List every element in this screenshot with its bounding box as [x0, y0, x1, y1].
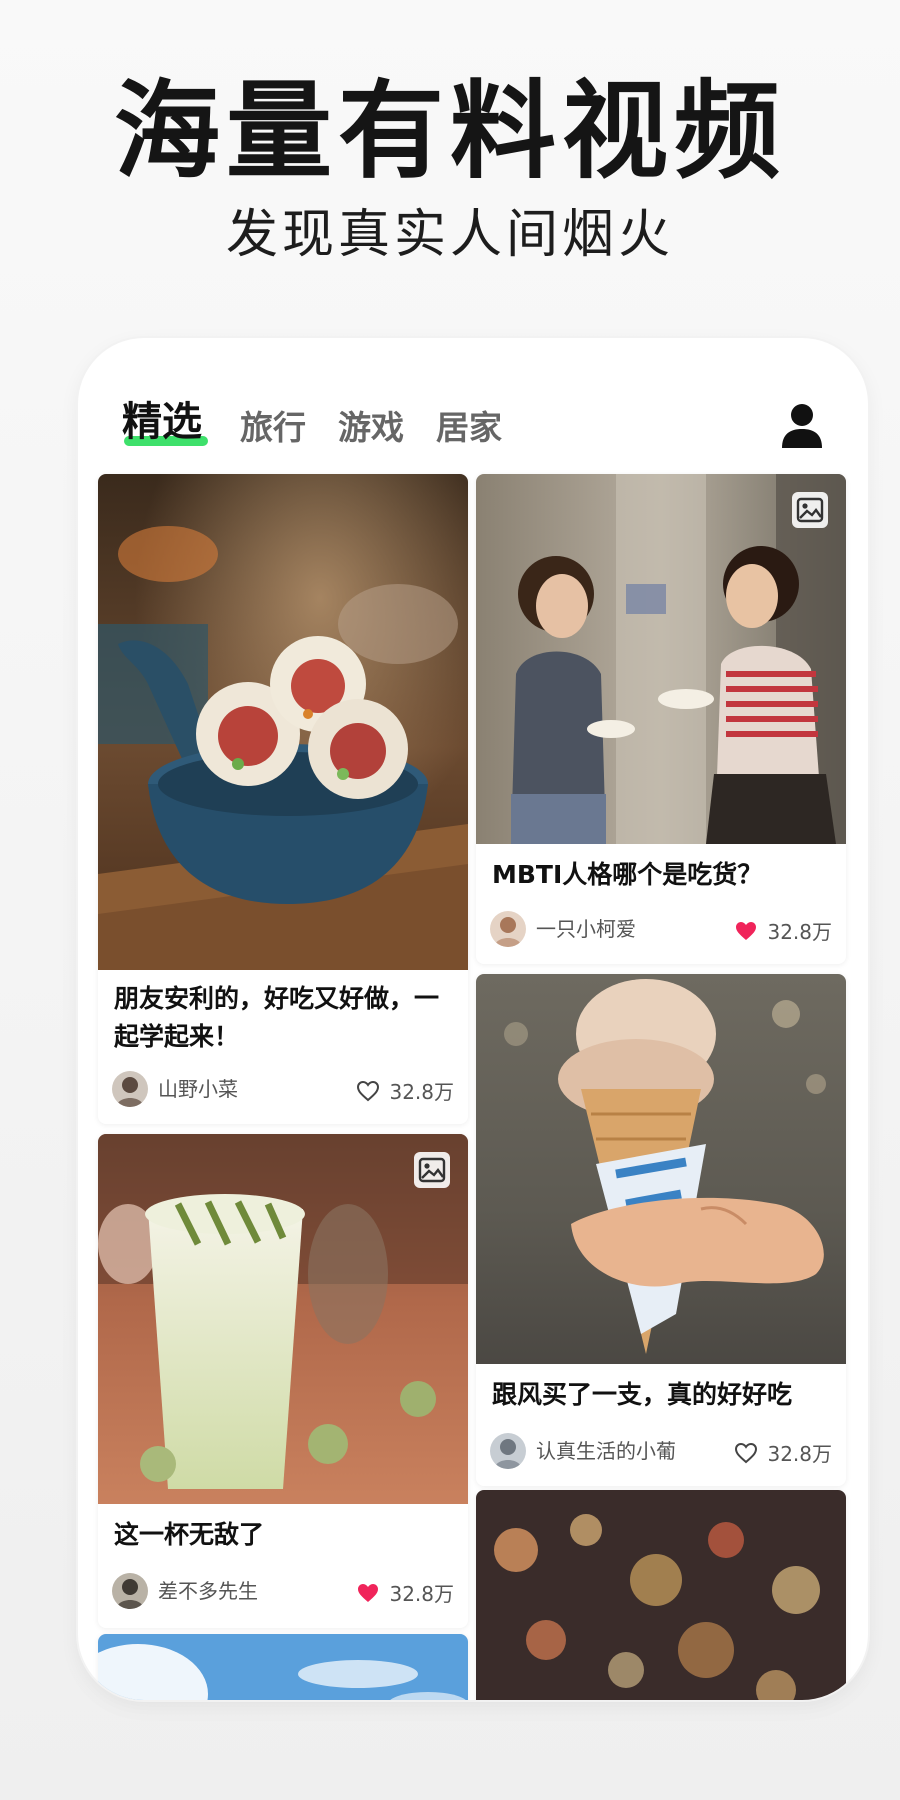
- heart-outline-icon: [735, 1442, 758, 1463]
- phone-frame: 精选 旅行 游戏 居家 朋友安利的，好吃又好做，一起学起来！ 山野小菜 32.8…: [78, 338, 868, 1700]
- avatar[interactable]: [112, 1573, 148, 1609]
- author-name[interactable]: 一只小柯爱: [536, 916, 636, 942]
- author-name[interactable]: 差不多先生: [158, 1578, 258, 1604]
- ice-cream-cone-image: [476, 974, 846, 1364]
- card-meta: 认真生活的小葡 32.8万: [490, 1432, 832, 1470]
- like-count: 32.8万: [767, 1442, 832, 1466]
- feed-card-city-night[interactable]: [476, 1490, 846, 1700]
- card-title: 这一杯无敌了: [114, 1520, 265, 1549]
- heart-filled-icon: [358, 1583, 379, 1602]
- promo-subheadline: 发现真实人间烟火: [225, 205, 674, 265]
- tab-games[interactable]: 游戏: [338, 406, 404, 450]
- feed-card-matcha[interactable]: 这一杯无敌了 差不多先生 32.8万: [98, 1134, 468, 1628]
- avatar[interactable]: [112, 1071, 148, 1107]
- rice-balls-in-bowl-image: [98, 474, 468, 970]
- feed-card-rice-balls[interactable]: 朋友安利的，好吃又好做，一起学起来！ 山野小菜 32.8万: [98, 474, 468, 1124]
- like-count: 32.8万: [389, 1080, 454, 1104]
- person-icon[interactable]: [780, 402, 824, 450]
- gallery-icon: [414, 1152, 450, 1188]
- heart-filled-icon: [736, 921, 757, 940]
- heart-outline-icon: [357, 1080, 380, 1101]
- two-girls-eating-image: [476, 474, 846, 844]
- promo-headline: 海量有料视频: [114, 70, 786, 193]
- like-count: 32.8万: [767, 920, 832, 944]
- tab-home[interactable]: 居家: [436, 406, 502, 450]
- like-button[interactable]: 32.8万: [734, 916, 832, 944]
- like-count: 32.8万: [389, 1582, 454, 1606]
- like-button[interactable]: 32.8万: [734, 1438, 832, 1466]
- feed-card-ice-cream[interactable]: 跟风买了一支，真的好好吃 认真生活的小葡 32.8万: [476, 974, 846, 1486]
- tab-featured[interactable]: 精选: [122, 400, 202, 444]
- like-button[interactable]: 32.8万: [356, 1076, 454, 1104]
- tab-bar: 精选 旅行 游戏 居家: [78, 338, 868, 468]
- author-name[interactable]: 山野小菜: [158, 1076, 238, 1102]
- card-meta: 差不多先生 32.8万: [112, 1572, 454, 1610]
- blue-sky-clouds-image: [98, 1634, 468, 1700]
- card-title: 跟风买了一支，真的好好吃: [492, 1380, 793, 1409]
- gallery-icon: [792, 492, 828, 528]
- matcha-drink-image: [98, 1134, 468, 1504]
- city-bokeh-lights-image: [476, 1490, 846, 1700]
- tab-travel[interactable]: 旅行: [240, 406, 306, 450]
- author-name[interactable]: 认真生活的小葡: [536, 1438, 676, 1464]
- card-title: 朋友安利的，好吃又好做，一起学起来！: [114, 984, 440, 1051]
- avatar[interactable]: [490, 1433, 526, 1469]
- like-button[interactable]: 32.8万: [356, 1578, 454, 1606]
- avatar[interactable]: [490, 911, 526, 947]
- card-meta: 山野小菜 32.8万: [112, 1070, 454, 1108]
- feed-card-sky[interactable]: [98, 1634, 468, 1700]
- feed-card-mbti[interactable]: MBTI人格哪个是吃货？ 一只小柯爱 32.8万: [476, 474, 846, 964]
- card-meta: 一只小柯爱 32.8万: [490, 910, 832, 948]
- card-title: MBTI人格哪个是吃货？: [492, 860, 763, 889]
